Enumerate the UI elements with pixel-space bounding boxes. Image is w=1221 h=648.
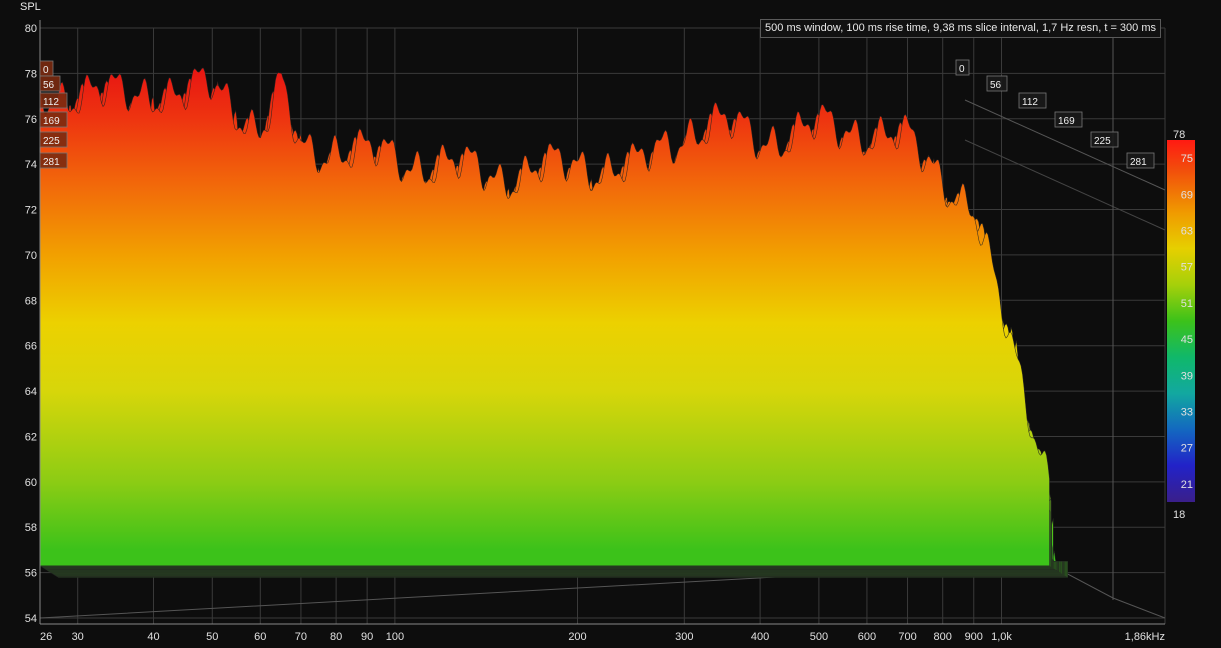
x-tick-label: 90 xyxy=(361,631,373,643)
x-tick-label: 1,0k xyxy=(991,631,1012,643)
colorbar-tick-label: 21 xyxy=(1181,479,1193,491)
x-tick-label: 600 xyxy=(858,631,876,643)
slice-label: 112 xyxy=(43,97,59,108)
waterfall-chart: 54 56 58 60 62 64 66 68 70 72 74 76 78 80 26 30 40 50 60 70… xyxy=(25,20,1195,643)
x-tick-label: 40 xyxy=(147,631,159,643)
slice-label: 281 xyxy=(1130,157,1147,168)
y-tick-label: 62 xyxy=(25,431,37,443)
x-tick-label: 700 xyxy=(898,631,916,643)
colorbar-tick-label: 18 xyxy=(1173,509,1185,521)
colorbar-tick-label: 51 xyxy=(1181,298,1193,310)
slice-label: 56 xyxy=(990,80,1002,91)
y-tick-label: 54 xyxy=(25,613,37,625)
colorbar-tick-label: 33 xyxy=(1181,407,1193,419)
x-tick-label: 500 xyxy=(810,631,828,643)
y-tick-label: 78 xyxy=(25,68,37,80)
slice-label: 0 xyxy=(959,64,965,75)
colorbar-tick-label: 27 xyxy=(1181,443,1193,455)
y-tick-label: 56 xyxy=(25,568,37,580)
colorbar-tick-label: 75 xyxy=(1181,153,1193,165)
x-tick-label: 400 xyxy=(751,631,769,643)
x-tick-label: 30 xyxy=(72,631,84,643)
colorbar-tick-label: 45 xyxy=(1181,334,1193,346)
slice-label: 112 xyxy=(1022,97,1038,108)
y-tick-label: 70 xyxy=(25,250,37,262)
colorbar: 78 75 69 63 57 51 45 39 33 27 21 18 xyxy=(1167,129,1195,521)
y-tick-label: 68 xyxy=(25,295,37,307)
y-tick-label: 58 xyxy=(25,522,37,534)
x-tick-label: 60 xyxy=(254,631,266,643)
slice-label: 169 xyxy=(1058,116,1075,127)
x-tick-label: 80 xyxy=(330,631,342,643)
x-tick-label: 900 xyxy=(965,631,983,643)
x-tick-label: 1,86kHz xyxy=(1125,631,1165,643)
y-tick-label: 76 xyxy=(25,114,37,126)
x-tick-label: 300 xyxy=(675,631,693,643)
colorbar-tick-label: 39 xyxy=(1181,370,1193,382)
y-tick-label: 64 xyxy=(25,386,37,398)
slice-label: 281 xyxy=(43,157,60,168)
colorbar-tick-label: 78 xyxy=(1173,129,1185,141)
x-tick-label: 26 xyxy=(40,631,52,643)
slice-label: 0 xyxy=(43,65,49,76)
analysis-info: 500 ms window, 100 ms rise time, 9,38 ms… xyxy=(760,19,1161,38)
slice-label: 225 xyxy=(43,136,60,147)
y-tick-label: 80 xyxy=(25,23,37,35)
x-tick-label: 200 xyxy=(568,631,586,643)
waterfall-slices xyxy=(40,67,1068,578)
colorbar-tick-label: 69 xyxy=(1181,189,1193,201)
slice-label: 56 xyxy=(43,80,55,91)
y-tick-label: 72 xyxy=(25,205,37,217)
colorbar-tick-label: 57 xyxy=(1181,262,1193,274)
y-tick-label: 66 xyxy=(25,341,37,353)
y-axis-label: SPL xyxy=(20,1,41,13)
x-tick-label: 50 xyxy=(206,631,218,643)
x-tick-label: 70 xyxy=(295,631,307,643)
slice-label: 169 xyxy=(43,116,60,127)
x-tick-label: 800 xyxy=(934,631,952,643)
slice-label: 225 xyxy=(1094,136,1111,147)
y-tick-label: 74 xyxy=(25,159,37,171)
y-tick-label: 60 xyxy=(25,477,37,489)
colorbar-tick-label: 63 xyxy=(1181,226,1193,238)
x-tick-label: 100 xyxy=(386,631,404,643)
